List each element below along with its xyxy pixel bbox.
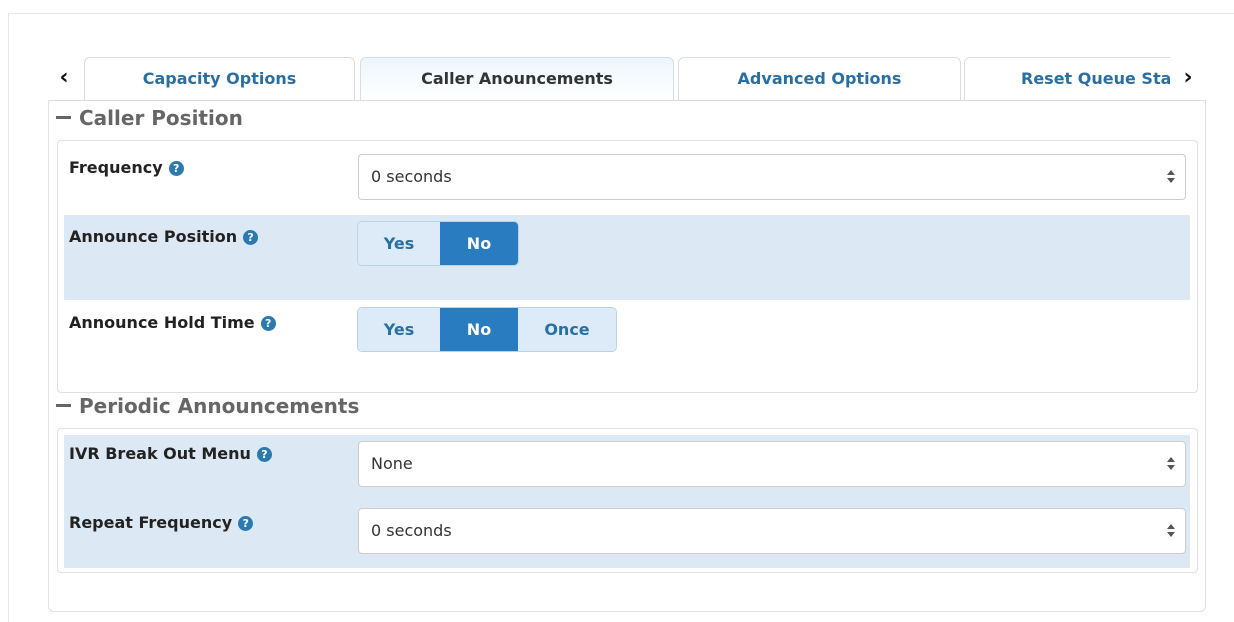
select-sort-icon xyxy=(1166,170,1176,184)
section-title-periodic-announcements: Periodic Announcements xyxy=(79,394,360,418)
ivr-break-out-menu-label: IVR Break Out Menu? xyxy=(69,444,272,463)
select-sort-icon xyxy=(1166,457,1176,471)
help-icon[interactable]: ? xyxy=(168,161,184,176)
tab-scroll-right-icon[interactable]: › xyxy=(1178,64,1198,92)
repeat-frequency-label: Repeat Frequency? xyxy=(69,513,254,532)
announce-hold-time-label-text: Announce Hold Time xyxy=(69,313,255,332)
section-title-caller-position: Caller Position xyxy=(79,106,243,130)
repeat-frequency-select[interactable]: 0 seconds xyxy=(358,508,1186,554)
periodic-announcements-rows: IVR Break Out Menu? None Repeat Frequenc… xyxy=(64,435,1190,568)
announce-hold-time-toggle: Yes No Once xyxy=(357,307,617,352)
announce-hold-time-once-button[interactable]: Once xyxy=(518,308,616,351)
help-icon[interactable]: ? xyxy=(243,230,259,245)
frequency-label: Frequency? xyxy=(69,158,184,177)
announce-position-row: Announce Position? Yes No xyxy=(64,215,1190,300)
collapse-icon xyxy=(56,116,71,119)
announce-position-label-text: Announce Position xyxy=(69,227,238,246)
frequency-select[interactable]: 0 seconds xyxy=(358,154,1186,200)
panel-top-border xyxy=(8,13,1234,14)
collapse-icon xyxy=(56,404,71,407)
help-icon[interactable]: ? xyxy=(260,316,276,331)
repeat-frequency-value: 0 seconds xyxy=(371,521,452,540)
tab-capacity-options[interactable]: Capacity Options xyxy=(84,57,355,101)
announce-hold-time-label: Announce Hold Time? xyxy=(69,313,276,332)
announce-hold-time-yes-button[interactable]: Yes xyxy=(358,308,440,351)
section-header-periodic-announcements[interactable]: Periodic Announcements xyxy=(56,394,359,418)
announce-position-yes-button[interactable]: Yes xyxy=(358,222,440,265)
tab-reset-queue-stats[interactable]: Reset Queue Sta xyxy=(964,57,1170,101)
help-icon[interactable]: ? xyxy=(256,447,272,462)
ivr-break-out-menu-value: None xyxy=(371,454,413,473)
panel-left-border xyxy=(8,13,9,622)
frequency-value: 0 seconds xyxy=(371,167,452,186)
announce-position-label: Announce Position? xyxy=(69,227,259,246)
tab-strip: Capacity Options Caller Anouncements Adv… xyxy=(84,57,1170,101)
announce-position-toggle: Yes No xyxy=(357,221,519,266)
ivr-break-out-menu-label-text: IVR Break Out Menu xyxy=(69,444,251,463)
repeat-frequency-label-text: Repeat Frequency xyxy=(69,513,233,532)
select-sort-icon xyxy=(1166,524,1176,538)
announce-position-no-button[interactable]: No xyxy=(440,222,518,265)
ivr-break-out-menu-select[interactable]: None xyxy=(358,441,1186,487)
section-header-caller-position[interactable]: Caller Position xyxy=(56,106,243,130)
tab-caller-anouncements[interactable]: Caller Anouncements xyxy=(360,57,674,101)
announce-hold-time-row: Announce Hold Time? Yes No Once xyxy=(64,303,1190,383)
tab-scroll-left-icon[interactable]: ‹ xyxy=(54,64,74,92)
frequency-row: Frequency? 0 seconds xyxy=(64,150,1190,208)
frequency-label-text: Frequency xyxy=(69,158,163,177)
help-icon[interactable]: ? xyxy=(238,516,254,531)
announce-hold-time-no-button[interactable]: No xyxy=(440,308,518,351)
tab-advanced-options[interactable]: Advanced Options xyxy=(678,57,961,101)
